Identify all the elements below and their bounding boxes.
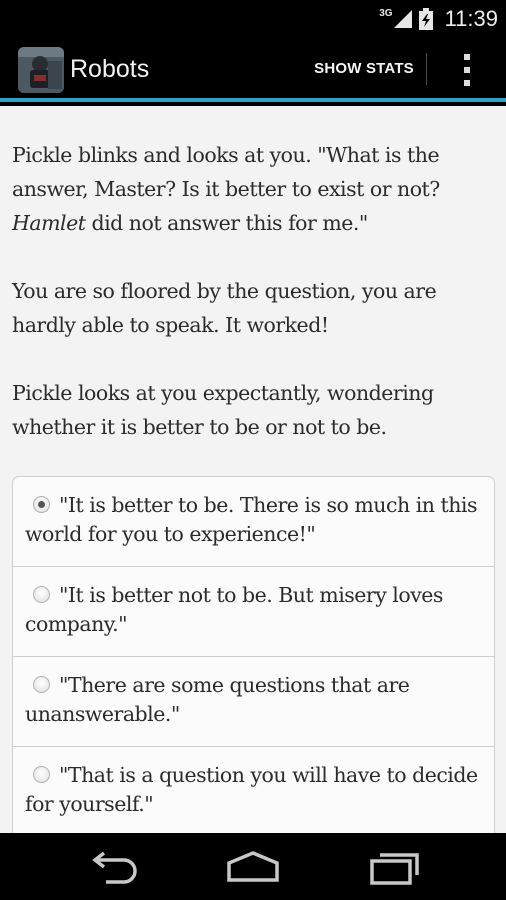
clock: 11:39 (444, 6, 498, 31)
back-icon[interactable] (84, 847, 144, 887)
choice-label: "It is better to be. There is so much in… (25, 493, 478, 546)
choice-label: "It is better not to be. But misery love… (25, 583, 443, 636)
signal-icon (393, 10, 412, 28)
story-paragraph: You are so floored by the question, you … (12, 279, 437, 337)
story-text-span: did not answer this for me." (85, 211, 368, 235)
story-paragraph: Pickle looks at you expectantly, wonderi… (12, 381, 434, 439)
story-italic-title: Hamlet (12, 211, 86, 235)
status-bar: 3G 11:39 (0, 0, 506, 38)
choice-option-1[interactable]: "It is better to be. There is so much in… (13, 477, 494, 567)
app-title: Robots (70, 55, 150, 83)
story-text-span: Pickle blinks and looks at you. "What is… (12, 143, 440, 201)
story-content: Pickle blinks and looks at you. "What is… (0, 106, 506, 833)
battery-icon (418, 8, 433, 30)
choice-option-4[interactable]: "That is a question you will have to dec… (13, 747, 494, 833)
home-icon[interactable] (223, 847, 283, 887)
radio-button-icon[interactable] (33, 676, 50, 693)
choice-list: "It is better to be. There is so much in… (12, 476, 495, 833)
choice-label: "There are some questions that are unans… (25, 673, 410, 726)
show-stats-button[interactable]: SHOW STATS (306, 38, 422, 98)
story-paragraph: Pickle blinks and looks at you. "What is… (12, 138, 492, 240)
story-text: Pickle blinks and looks at you. "What is… (12, 138, 492, 478)
choice-option-2[interactable]: "It is better not to be. But misery love… (13, 567, 494, 657)
action-divider (426, 53, 427, 85)
radio-button-icon[interactable] (33, 496, 50, 513)
navigation-bar (0, 833, 506, 900)
choice-label: "That is a question you will have to dec… (25, 763, 478, 816)
status-icons: 3G 11:39 (379, 6, 498, 32)
choice-option-3[interactable]: "There are some questions that are unans… (13, 657, 494, 747)
recent-apps-icon[interactable] (364, 847, 424, 887)
overflow-menu-icon[interactable] (450, 48, 484, 92)
radio-button-icon[interactable] (33, 766, 50, 783)
network-type-label: 3G (379, 7, 393, 19)
app-icon[interactable] (18, 47, 64, 93)
action-bar: Robots SHOW STATS (0, 38, 506, 102)
radio-button-icon[interactable] (33, 586, 50, 603)
